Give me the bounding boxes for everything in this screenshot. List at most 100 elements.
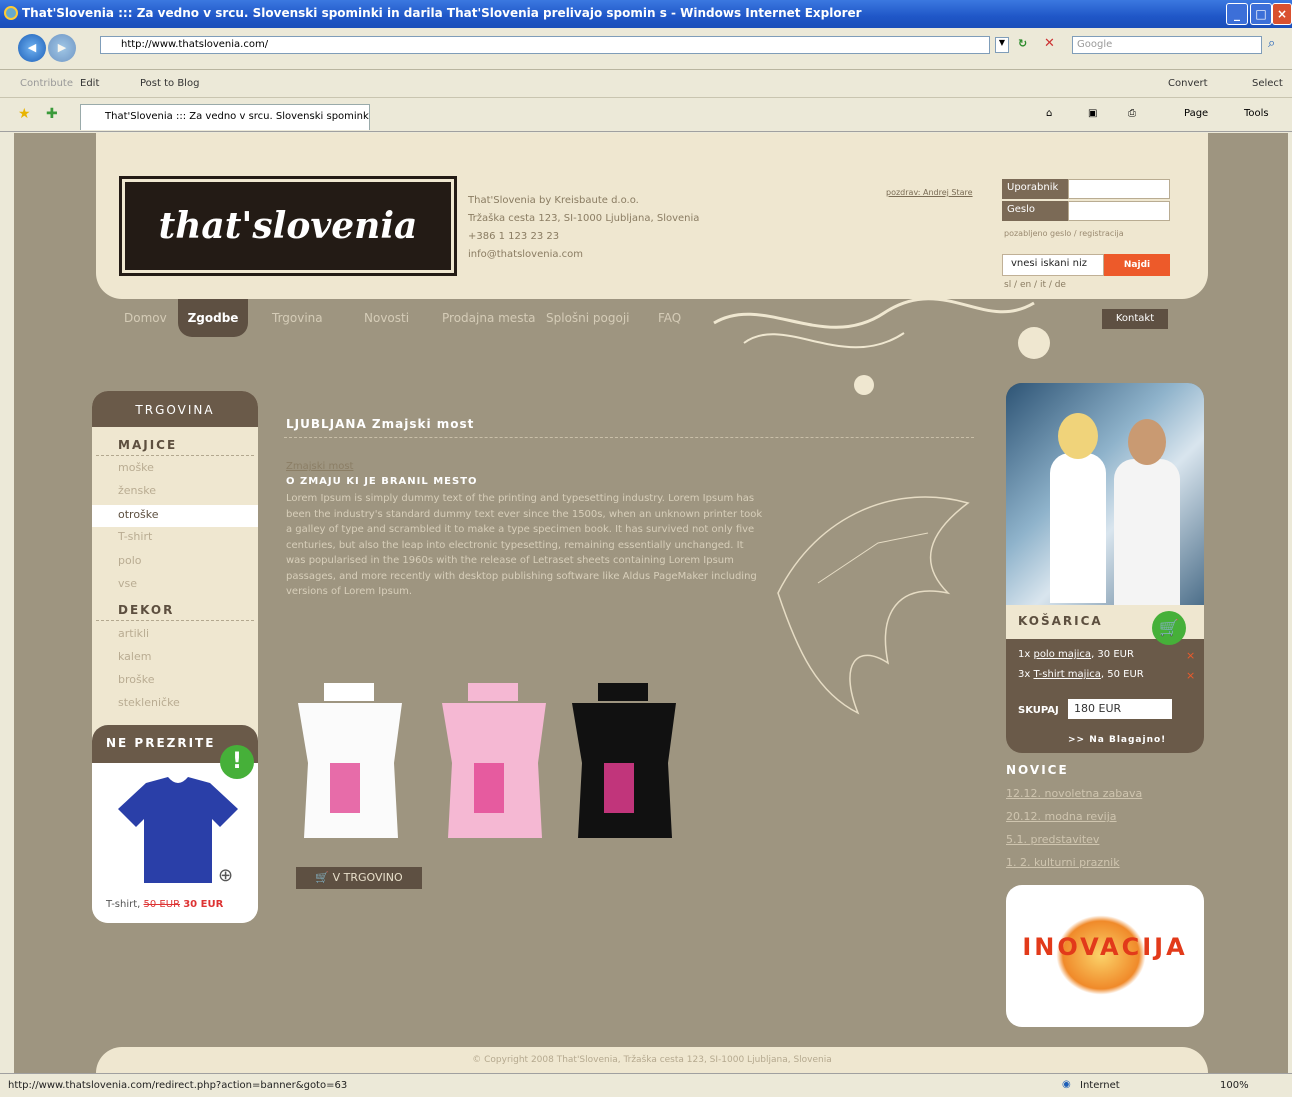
sidebar-item-tshirt[interactable]: T-shirt — [118, 530, 152, 543]
site-header: that'slovenia That'Slovenia by Kreisbaut… — [96, 133, 1208, 299]
browser-tab[interactable]: That'Slovenia ::: Za vedno v srcu. Slove… — [80, 104, 370, 130]
total-label: SKUPAJ — [1018, 705, 1059, 716]
divider — [96, 620, 254, 621]
page-menu[interactable]: Page — [1184, 108, 1208, 119]
email-link[interactable]: info@thatslovenia.com — [468, 249, 583, 260]
stop-icon[interactable]: ✕ — [1044, 36, 1055, 51]
security-zone: Internet — [1080, 1080, 1120, 1091]
model-male-shirt — [1114, 459, 1180, 605]
nav-domov[interactable]: Domov — [124, 311, 167, 325]
shop-button-label: V TRGOVINO — [332, 871, 403, 884]
nav-splosni-pogoji[interactable]: Splošni pogoji — [546, 311, 630, 325]
cart-icon[interactable]: 🛒 — [1152, 611, 1186, 645]
close-button[interactable]: × — [1272, 3, 1292, 25]
edit-button[interactable]: Edit — [80, 78, 99, 89]
search-input[interactable]: Google — [1072, 36, 1262, 54]
refresh-icon[interactable]: ↻ — [1018, 37, 1027, 50]
forward-button[interactable]: ▶ — [48, 34, 76, 62]
address-input[interactable]: http://www.thatslovenia.com/ — [100, 36, 990, 54]
sidebar-item-polo[interactable]: polo — [118, 554, 142, 567]
inovacija-banner[interactable]: INOVACIJA — [1006, 885, 1204, 1027]
checkout-link[interactable]: >> Na Blagajno! — [1068, 735, 1166, 745]
zoom-icon[interactable]: ⊕ — [218, 865, 233, 886]
forgot-password-link[interactable]: pozabljeno geslo / registracija — [1004, 229, 1124, 238]
content-body: Lorem Ipsum is simply dummy text of the … — [286, 493, 763, 597]
search-icon[interactable]: ⌕ — [1268, 36, 1275, 51]
maximize-button[interactable]: □ — [1250, 3, 1272, 25]
nav-kontakt[interactable]: Kontakt — [1102, 309, 1168, 329]
news-item[interactable]: 12.12. novoletna zabava — [1006, 787, 1142, 800]
news-item[interactable]: 5.1. predstavitev — [1006, 833, 1099, 846]
cart-line-item[interactable]: T-shirt majica — [1033, 669, 1100, 680]
cart-icon: 🛒 — [315, 871, 330, 884]
black-top-product[interactable] — [568, 683, 680, 843]
sidebar-item-vse[interactable]: vse — [118, 577, 137, 590]
news-title: NOVICE — [1006, 763, 1069, 777]
window-titlebar: That'Slovenia ::: Za vedno v srcu. Slove… — [0, 0, 1292, 28]
remove-item-icon[interactable]: × — [1186, 649, 1195, 662]
feeds-icon[interactable]: ▣ — [1088, 108, 1097, 119]
sidebar-title: TRGOVINA — [92, 391, 258, 427]
back-button[interactable]: ◀ — [18, 34, 46, 62]
site-logo[interactable]: that'slovenia — [119, 176, 457, 276]
sidebar-item-otroske[interactable]: otroške — [92, 505, 258, 527]
category-majice[interactable]: MAJICE — [118, 438, 177, 452]
title-divider — [284, 437, 974, 438]
add-favorites-icon[interactable]: ✚ — [46, 106, 58, 122]
promo-price-label: T-shirt, — [106, 899, 141, 910]
sidebar-item-moske[interactable]: moške — [118, 461, 154, 474]
sidebar-item-artikli[interactable]: artikli — [118, 627, 149, 640]
address-line: Tržaška cesta 123, SI-1000 Ljubljana, Sl… — [468, 213, 700, 224]
content-heading: O ZMAJU KI JE BRANIL MESTO — [286, 476, 478, 487]
cart-box: KOŠARICA 🛒 1x polo majica, 30 EUR 3x T-s… — [1006, 383, 1204, 753]
print-icon[interactable]: ⎙ — [1128, 108, 1136, 119]
status-bar: http://www.thatslovenia.com/redirect.php… — [0, 1073, 1292, 1097]
status-url: http://www.thatslovenia.com/redirect.php… — [8, 1080, 348, 1091]
total-value: 180 EUR — [1068, 699, 1172, 719]
promo-price: T-shirt, 50 EUR 30 EUR — [106, 899, 223, 910]
model-female-head — [1058, 413, 1098, 459]
nav-faq[interactable]: FAQ — [658, 311, 681, 325]
pink-top-product[interactable] — [438, 683, 550, 843]
nav-zgodbe[interactable]: Zgodbe — [178, 299, 248, 337]
favorites-star-icon[interactable]: ★ — [18, 106, 31, 122]
sidebar-item-steklenicke[interactable]: stekleničke — [118, 696, 180, 709]
white-top-product[interactable] — [294, 683, 406, 843]
password-input[interactable] — [1068, 201, 1170, 221]
dragon-illustration — [777, 496, 970, 715]
post-to-blog-button[interactable]: Post to Blog — [140, 78, 199, 89]
new-price: 30 EUR — [183, 899, 224, 910]
content-subtitle[interactable]: Zmajski most — [286, 461, 353, 472]
contribute-button[interactable]: Contribute — [20, 78, 73, 89]
sidebar-item-zenske[interactable]: ženske — [118, 484, 156, 497]
site-search-input[interactable]: vnesi iskani niz — [1002, 254, 1104, 276]
category-dekor[interactable]: DEKOR — [118, 603, 174, 617]
search-button[interactable]: Najdi — [1104, 254, 1170, 276]
username-input[interactable] — [1068, 179, 1170, 199]
remove-item-icon[interactable]: × — [1186, 669, 1195, 682]
cart-line-item[interactable]: polo majica — [1033, 649, 1091, 660]
nav-trgovina[interactable]: Trgovina — [272, 311, 323, 325]
convert-button[interactable]: Convert — [1168, 78, 1208, 89]
shop-button[interactable]: 🛒 V TRGOVINO — [296, 867, 422, 889]
news-item[interactable]: 20.12. modna revija — [1006, 810, 1117, 823]
news-item[interactable]: 1. 2. kulturni praznik — [1006, 856, 1120, 869]
address-dropdown-icon[interactable]: ▼ — [995, 37, 1009, 53]
sidebar-item-kalem[interactable]: kalem — [118, 650, 151, 663]
nav-novosti[interactable]: Novosti — [364, 311, 409, 325]
web-page: that'slovenia That'Slovenia by Kreisbaut… — [14, 133, 1288, 1073]
login-greeting[interactable]: pozdrav: Andrej Stare — [886, 188, 973, 197]
zoom-level[interactable]: 100% — [1220, 1080, 1249, 1091]
minimize-button[interactable]: _ — [1226, 3, 1248, 25]
old-price: 50 EUR — [143, 899, 181, 910]
select-button[interactable]: Select — [1252, 78, 1283, 89]
globe-icon: ◉ — [1062, 1079, 1071, 1090]
models-photo — [1006, 383, 1204, 605]
nav-prodajna-mesta[interactable]: Prodajna mesta — [442, 311, 536, 325]
sidebar-item-broske[interactable]: broške — [118, 673, 154, 686]
tools-menu[interactable]: Tools — [1244, 108, 1269, 119]
site-footer: © Copyright 2008 That'Slovenia, Tržaška … — [96, 1047, 1208, 1073]
home-icon[interactable]: ⌂ — [1046, 108, 1052, 119]
address-toolbar: ◀ ▶ http://www.thatslovenia.com/ ▼ ↻ ✕ G… — [0, 28, 1292, 70]
language-links[interactable]: sl / en / it / de — [1004, 280, 1066, 290]
